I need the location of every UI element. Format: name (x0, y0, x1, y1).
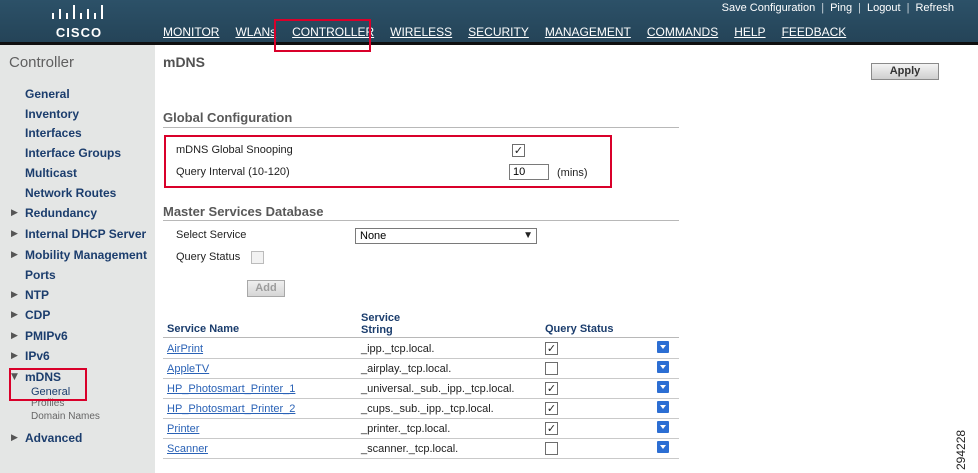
dropdown-arrow-icon[interactable] (657, 441, 669, 453)
expand-arrow-icon[interactable]: ▶ (11, 433, 18, 443)
service-string: _airplay._tcp.local. (361, 363, 452, 375)
service-name-link[interactable]: Scanner (167, 443, 208, 455)
query-status-checkbox[interactable]: ✓ (545, 342, 558, 355)
sidebar-title: Controller (9, 54, 75, 71)
query-status-checkbox[interactable]: ✓ (545, 422, 558, 435)
service-name-link[interactable]: HP_Photosmart_Printer_1 (167, 383, 295, 395)
service-name-link[interactable]: HP_Photosmart_Printer_2 (167, 403, 295, 415)
service-name-link[interactable]: Printer (167, 423, 199, 435)
nav-commands[interactable]: COMMANDS (647, 25, 718, 39)
global-config-heading: Global Configuration (163, 110, 293, 125)
section-divider (163, 127, 679, 128)
service-string: _universal._sub._ipp._tcp.local. (361, 383, 515, 395)
table-row: AirPrint _ipp._tcp.local. ✓ (163, 339, 679, 359)
master-services-heading: Master Services Database (163, 204, 324, 219)
ping-link[interactable]: Ping (830, 2, 852, 16)
query-status-checkbox[interactable]: ✓ (545, 402, 558, 415)
sidebar-item-advanced[interactable]: Advanced (25, 431, 82, 445)
service-name-link[interactable]: AirPrint (167, 343, 203, 355)
select-service-value: None (360, 230, 387, 242)
table-row: AppleTV _airplay._tcp.local. (163, 359, 679, 379)
logo-text: CISCO (55, 25, 103, 40)
cisco-logo: CISCO (44, 4, 114, 40)
nav-wireless[interactable]: WIRELESS (390, 25, 452, 39)
sidebar-item-inventory[interactable]: Inventory (25, 107, 79, 121)
query-status-checkbox[interactable]: ✓ (545, 382, 558, 395)
expand-arrow-icon[interactable]: ▶ (11, 250, 18, 260)
table-header-divider (163, 337, 679, 338)
column-header-service-string: Service String (361, 312, 401, 336)
sidebar-item-interfaces[interactable]: Interfaces (25, 126, 82, 140)
service-string: _printer._tcp.local. (361, 423, 451, 435)
expand-arrow-icon[interactable]: ▶ (11, 229, 18, 239)
query-status-label: Query Status (176, 251, 241, 263)
table-row: Printer _printer._tcp.local. ✓ (163, 419, 679, 439)
add-button[interactable]: Add (247, 280, 285, 297)
chevron-down-icon: ▼ (523, 230, 533, 241)
sidebar-item-cdp[interactable]: CDP (25, 308, 50, 322)
dropdown-arrow-icon[interactable] (657, 341, 669, 353)
cisco-bridge-icon (52, 5, 103, 19)
nav-help[interactable]: HELP (734, 25, 765, 39)
logout-link[interactable]: Logout (867, 2, 901, 16)
table-row: HP_Photosmart_Printer_1 _universal._sub.… (163, 379, 679, 399)
query-status-checkbox[interactable] (251, 251, 264, 264)
page-title: mDNS (163, 54, 206, 70)
nav-management[interactable]: MANAGEMENT (545, 25, 631, 39)
nav-feedback[interactable]: FEEDBACK (782, 25, 847, 39)
main-nav: MONITOR WLANs CONTROLLER WIRELESS SECURI… (163, 25, 862, 39)
refresh-link[interactable]: Refresh (915, 2, 954, 16)
nav-security[interactable]: SECURITY (468, 25, 529, 39)
sidebar-item-multicast[interactable]: Multicast (25, 166, 77, 180)
service-string: _ipp._tcp.local. (361, 343, 435, 355)
global-config-highlight (164, 135, 612, 188)
sidebar-item-internal-dhcp-server[interactable]: Internal DHCP Server (25, 227, 146, 241)
sidebar-item-ipv6[interactable]: IPv6 (25, 349, 50, 363)
sidebar-item-ports[interactable]: Ports (25, 268, 56, 282)
expand-arrow-icon[interactable]: ▶ (11, 310, 18, 320)
dropdown-arrow-icon[interactable] (657, 401, 669, 413)
utility-links: Save Configuration | Ping | Logout | Ref… (722, 2, 954, 16)
save-configuration-link[interactable]: Save Configuration (722, 2, 816, 16)
table-row: Scanner _scanner._tcp.local. (163, 439, 679, 459)
dropdown-arrow-icon[interactable] (657, 421, 669, 433)
select-service-dropdown[interactable]: None ▼ (355, 228, 537, 244)
separator: | (906, 2, 910, 14)
sidebar-item-interface-groups[interactable]: Interface Groups (25, 146, 121, 160)
sidebar-item-pmipv6[interactable]: PMIPv6 (25, 329, 68, 343)
service-string: _scanner._tcp.local. (361, 443, 459, 455)
controller-tab-highlight (274, 19, 371, 52)
query-status-checkbox[interactable] (545, 442, 558, 455)
service-name-link[interactable]: AppleTV (167, 363, 209, 375)
column-header-service-name: Service Name (167, 323, 240, 335)
sidebar-item-ntp[interactable]: NTP (25, 288, 49, 302)
sidebar-item-network-routes[interactable]: Network Routes (25, 186, 116, 200)
sidebar-subitem-domain-names[interactable]: Domain Names (31, 411, 100, 422)
service-string: _cups._sub._ipp._tcp.local. (361, 403, 494, 415)
figure-id: 294228 (954, 429, 968, 470)
expand-arrow-icon[interactable]: ▶ (11, 208, 18, 218)
nav-monitor[interactable]: MONITOR (163, 25, 219, 39)
section-divider (163, 220, 679, 221)
query-status-checkbox[interactable] (545, 362, 558, 375)
nav-wlans[interactable]: WLANs (235, 25, 276, 39)
separator: | (858, 2, 861, 14)
expand-arrow-icon[interactable]: ▶ (11, 290, 18, 300)
dropdown-arrow-icon[interactable] (657, 381, 669, 393)
apply-button[interactable]: Apply (871, 63, 939, 80)
sidebar-item-general[interactable]: General (25, 87, 70, 101)
column-header-query-status: Query Status (545, 323, 614, 335)
sidebar-item-redundancy[interactable]: Redundancy (25, 206, 97, 220)
separator: | (821, 2, 825, 14)
dropdown-arrow-icon[interactable] (657, 361, 669, 373)
table-row: HP_Photosmart_Printer_2 _cups._sub._ipp.… (163, 399, 679, 419)
sidebar-item-mobility-management[interactable]: Mobility Management (25, 248, 147, 262)
expand-arrow-icon[interactable]: ▶ (11, 351, 18, 361)
expand-arrow-icon[interactable]: ▶ (11, 331, 18, 341)
select-service-label: Select Service (176, 229, 247, 241)
mdns-general-highlight (9, 368, 87, 401)
